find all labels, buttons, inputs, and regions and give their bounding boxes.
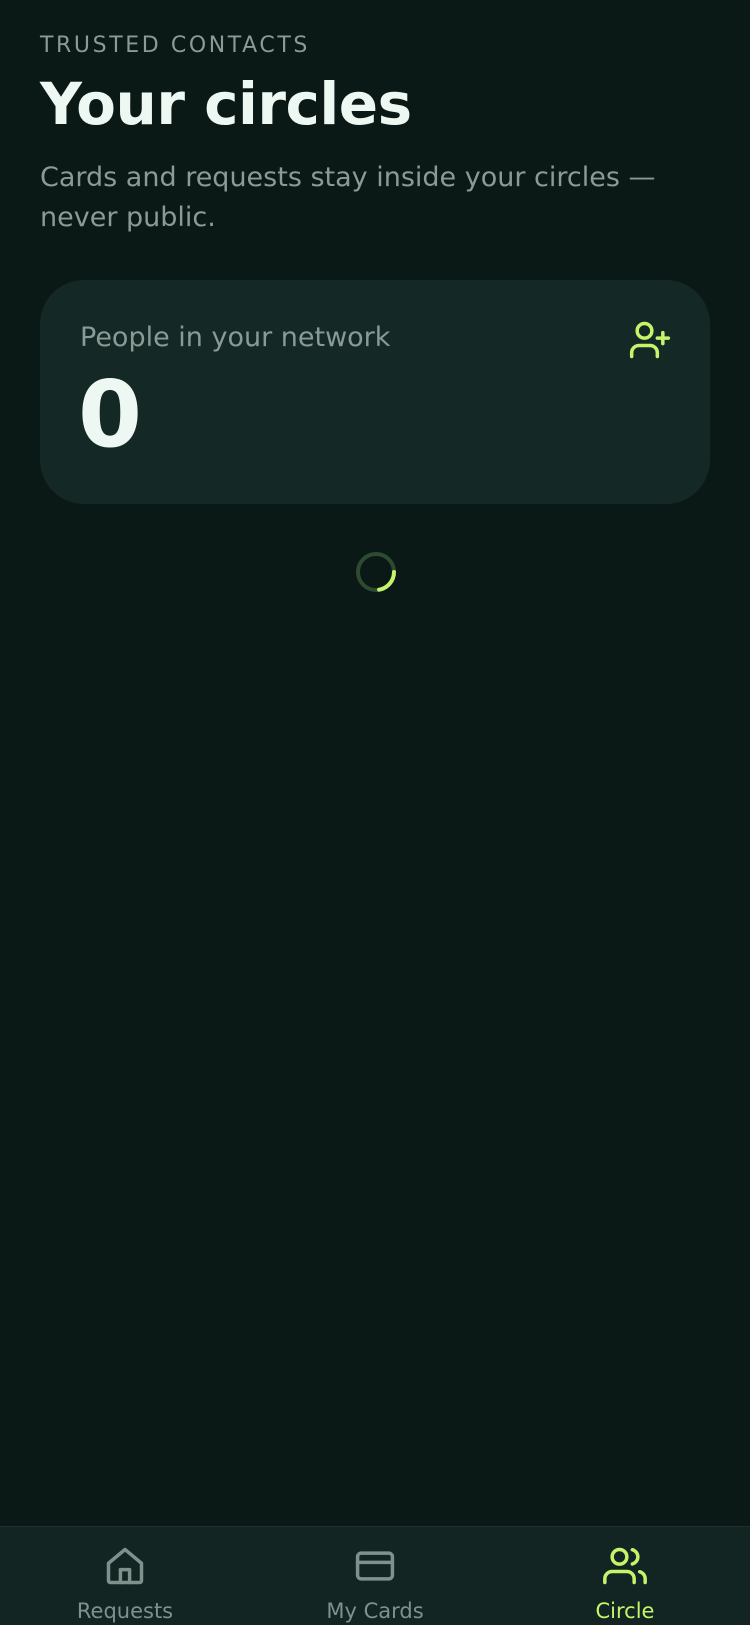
users-icon: [603, 1547, 647, 1585]
credit-card-icon: [355, 1551, 395, 1581]
network-count-card: People in your network 0: [40, 280, 710, 504]
page-subtitle: Cards and requests stay inside your circ…: [40, 162, 656, 233]
tab-requests[interactable]: Requests: [0, 1527, 250, 1625]
page-title: Your circles: [40, 70, 412, 138]
tab-my-cards-label: My Cards: [326, 1599, 424, 1623]
tab-my-cards[interactable]: My Cards: [250, 1527, 500, 1625]
network-count-label: People in your network: [80, 322, 391, 353]
home-icon: [106, 1547, 144, 1585]
tab-requests-label: Requests: [76, 1599, 174, 1623]
section-eyebrow: TRUSTED CONTACTS: [40, 33, 310, 58]
bottom-tab-bar: Requests My Cards Circle: [0, 1526, 750, 1625]
add-person-button[interactable]: [628, 318, 672, 362]
loading-spinner-icon: [355, 551, 397, 593]
tab-circle-label: Circle: [595, 1599, 655, 1623]
user-plus-icon: [629, 321, 671, 359]
network-count-value: 0: [78, 361, 143, 468]
tab-circle[interactable]: Circle: [500, 1527, 750, 1625]
